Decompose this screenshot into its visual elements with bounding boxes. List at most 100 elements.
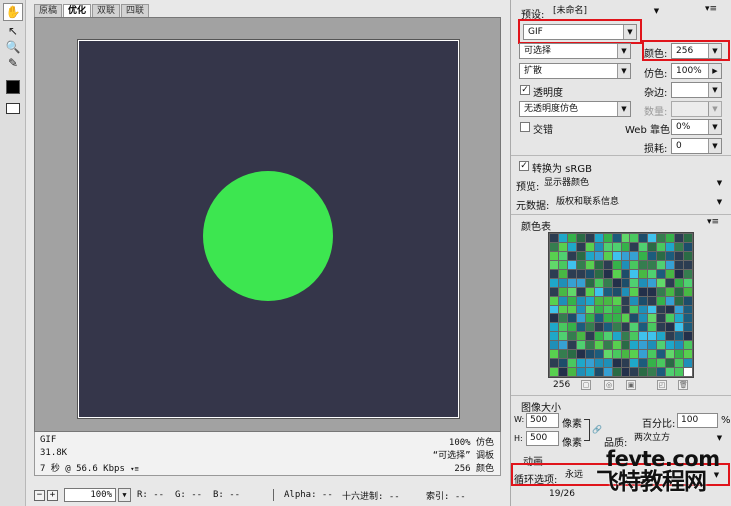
color-swatch[interactable] xyxy=(550,269,558,278)
color-swatch[interactable] xyxy=(550,234,558,242)
color-swatch[interactable] xyxy=(639,234,648,242)
image-preview[interactable] xyxy=(77,39,460,419)
color-swatch[interactable] xyxy=(630,341,639,350)
color-swatch[interactable] xyxy=(603,332,612,341)
color-swatch[interactable] xyxy=(657,341,666,350)
color-swatch[interactable] xyxy=(648,314,657,323)
color-swatch[interactable] xyxy=(576,332,585,341)
color-swatch[interactable] xyxy=(550,260,558,269)
color-swatch[interactable] xyxy=(594,251,603,260)
color-swatch[interactable] xyxy=(630,278,639,287)
color-swatch[interactable] xyxy=(550,368,558,376)
color-swatch[interactable] xyxy=(594,341,603,350)
color-swatch[interactable] xyxy=(639,323,648,332)
color-swatch[interactable] xyxy=(630,251,639,260)
color-swatch[interactable] xyxy=(657,314,666,323)
transparency-dither-dropdown[interactable]: 无透明度仿色 ▼ xyxy=(519,101,631,117)
color-swatch[interactable] xyxy=(550,332,558,341)
color-swatch[interactable] xyxy=(612,234,621,242)
color-swatch[interactable] xyxy=(576,278,585,287)
color-swatch[interactable] xyxy=(684,260,692,269)
color-swatch[interactable] xyxy=(684,305,692,314)
color-swatch[interactable] xyxy=(630,359,639,368)
color-swatch[interactable] xyxy=(550,287,558,296)
color-swatch[interactable] xyxy=(630,287,639,296)
download-speed-menu-icon[interactable]: ▾≡ xyxy=(130,465,138,473)
color-swatch[interactable] xyxy=(657,332,666,341)
color-swatch[interactable] xyxy=(648,260,657,269)
eyedropper-tool-icon[interactable]: ✎ xyxy=(3,54,23,72)
color-swatch[interactable] xyxy=(603,359,612,368)
color-swatch[interactable] xyxy=(594,269,603,278)
color-swatch[interactable] xyxy=(558,260,567,269)
color-swatch[interactable] xyxy=(639,332,648,341)
color-swatch[interactable] xyxy=(621,234,630,242)
color-swatch[interactable] xyxy=(657,368,666,376)
color-swatch[interactable] xyxy=(666,234,675,242)
color-swatch[interactable] xyxy=(594,278,603,287)
eyedropper-color-swatch[interactable] xyxy=(3,78,23,96)
color-swatch[interactable] xyxy=(675,251,684,260)
color-swatch[interactable] xyxy=(684,296,692,305)
preview-dropdown[interactable]: 显示器颜色 ▼ xyxy=(540,176,726,192)
web-shift-icon[interactable]: ◎ xyxy=(604,380,614,390)
color-swatch[interactable] xyxy=(594,296,603,305)
color-swatch[interactable] xyxy=(594,314,603,323)
color-swatch[interactable] xyxy=(675,260,684,269)
color-swatch[interactable] xyxy=(567,296,576,305)
color-swatch[interactable] xyxy=(594,287,603,296)
color-swatch[interactable] xyxy=(657,260,666,269)
color-swatch[interactable] xyxy=(666,368,675,376)
color-swatch[interactable] xyxy=(648,251,657,260)
color-swatch[interactable] xyxy=(648,287,657,296)
delete-color-icon[interactable]: 🗑 xyxy=(678,380,688,390)
convert-srgb-checkbox[interactable]: ✓ xyxy=(519,161,529,171)
color-swatch[interactable] xyxy=(567,287,576,296)
color-swatch[interactable] xyxy=(612,314,621,323)
color-swatch[interactable] xyxy=(612,359,621,368)
color-swatch[interactable] xyxy=(684,278,692,287)
color-swatch[interactable] xyxy=(550,323,558,332)
color-swatch[interactable] xyxy=(621,368,630,376)
hand-tool-icon[interactable]: ✋ xyxy=(3,3,23,21)
color-swatch[interactable] xyxy=(657,251,666,260)
interlaced-checkbox[interactable] xyxy=(520,122,530,132)
color-swatch[interactable] xyxy=(639,368,648,376)
color-swatch[interactable] xyxy=(603,242,612,251)
color-swatch[interactable] xyxy=(621,305,630,314)
color-swatch[interactable] xyxy=(558,350,567,359)
color-swatch[interactable] xyxy=(684,242,692,251)
color-swatch[interactable] xyxy=(550,305,558,314)
color-swatch[interactable] xyxy=(612,260,621,269)
color-swatch[interactable] xyxy=(639,287,648,296)
color-swatch[interactable] xyxy=(576,269,585,278)
color-swatch[interactable] xyxy=(612,368,621,376)
color-swatch[interactable] xyxy=(594,242,603,251)
color-swatch[interactable] xyxy=(621,278,630,287)
color-swatch[interactable] xyxy=(648,305,657,314)
web-snap-field[interactable]: 0% ▼ xyxy=(671,119,722,135)
color-swatch[interactable] xyxy=(585,251,594,260)
color-swatch[interactable] xyxy=(567,278,576,287)
color-swatch[interactable] xyxy=(558,314,567,323)
color-swatch[interactable] xyxy=(558,359,567,368)
color-swatch[interactable] xyxy=(576,359,585,368)
color-swatch[interactable] xyxy=(630,323,639,332)
color-swatch[interactable] xyxy=(594,260,603,269)
color-swatch[interactable] xyxy=(550,296,558,305)
color-swatch[interactable] xyxy=(576,260,585,269)
color-swatch[interactable] xyxy=(675,305,684,314)
color-swatch[interactable] xyxy=(621,242,630,251)
color-swatch[interactable] xyxy=(657,269,666,278)
color-swatch[interactable] xyxy=(603,269,612,278)
color-swatch[interactable] xyxy=(648,296,657,305)
tab-4-up[interactable]: 四联 xyxy=(121,4,150,18)
color-swatch[interactable] xyxy=(657,350,666,359)
color-swatch[interactable] xyxy=(684,269,692,278)
toggle-slices-visibility-icon[interactable] xyxy=(3,99,23,117)
color-swatch[interactable] xyxy=(612,269,621,278)
color-reduction-dropdown[interactable]: 可选择 ▼ xyxy=(519,43,631,59)
color-swatch[interactable] xyxy=(666,323,675,332)
color-swatch[interactable] xyxy=(675,296,684,305)
color-swatch[interactable] xyxy=(684,350,692,359)
